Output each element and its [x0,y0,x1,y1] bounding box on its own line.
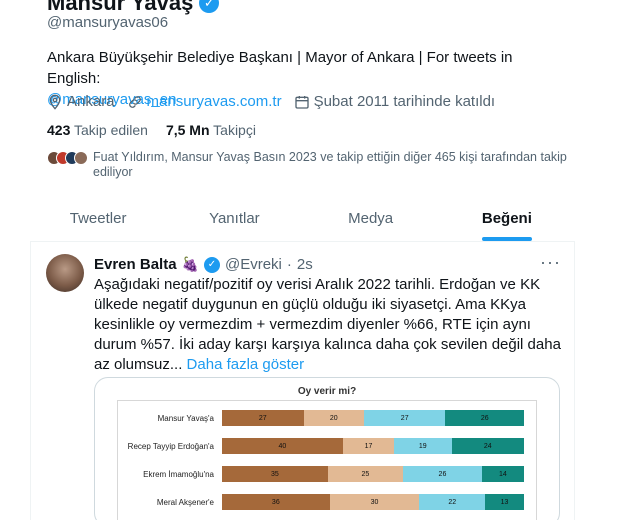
avatar [74,151,88,165]
verified-icon: ✓ [199,0,220,13]
show-more-link[interactable]: Daha fazla göster [187,356,305,373]
follower-avatars [47,151,88,165]
tab-begeni[interactable]: Beğeni [439,200,575,241]
chart-bar-segment: 14 [481,466,524,482]
followers-count: 7,5 Mn [165,122,210,138]
chart-category-label: Mansur Yavaş'a [157,414,214,423]
tab-tweetler[interactable]: Tweetler [30,200,166,241]
followed-by-row[interactable]: Fuat Yıldırım, Mansur Yavaş Basın 2023 v… [47,150,567,180]
location-icon [49,94,61,110]
chart-bar-segment: 27 [363,410,446,426]
bio-text: Ankara Büyükşehir Belediye Başkanı | May… [47,49,513,87]
tab-medya[interactable]: Medya [303,200,439,241]
calendar-icon [294,95,309,109]
profile-tabs: Tweetler Yanıtlar Medya Beğeni [30,200,575,242]
following-label: Takip edilen [74,122,148,138]
chart-bar-segment: 22 [419,494,486,510]
verified-icon: ✓ [203,256,220,273]
tweet-time[interactable]: 2s [297,256,313,273]
chart-category-label: Recep Tayyip Erdoğan'a [127,442,214,451]
location-text: Ankara [67,93,115,110]
follow-counts: 423 Takip edilen 7,5 Mn Takipçi [47,122,256,138]
chart-bar-segment: 13 [485,494,524,510]
grapes-emoji: 🍇 [181,256,199,272]
tweet-text: Aşağıdaki negatif/pozitif oy verisi Aral… [94,275,564,375]
chart-bar-segment: 35 [222,466,328,482]
chart-bar-segment: 27 [222,410,304,426]
location-item: Ankara [47,93,115,110]
chart-title: Oy verir mi? [297,386,357,397]
more-options-icon[interactable]: ··· [540,252,561,273]
website-item[interactable]: mansuryavas.com.tr [127,93,282,110]
joined-text: Şubat 2011 tarihinde katıldı [313,93,496,110]
tweet-author-name[interactable]: Evren Balta [94,256,177,273]
chart-category-label: Meral Akşener'e [156,498,214,507]
followed-by-text: Fuat Yıldırım, Mansur Yavaş Basın 2023 v… [93,150,567,179]
tweet-author-handle[interactable]: @Evreki [225,256,282,273]
chart-bar-segment: 40 [222,438,343,454]
followers-link[interactable]: 7,5 Mn Takipçi [166,122,256,138]
tweet-author-avatar[interactable] [46,254,84,292]
profile-handle: @mansuryavas06 [47,14,169,31]
profile-meta: Ankara mansuryavas.com.tr Şubat 2011 tar… [47,93,507,110]
chart-bar-segment: 20 [303,410,364,426]
link-icon [128,95,141,108]
chart-bar-segment: 30 [329,494,420,510]
chart-category-label: Ekrem İmamoğlu'na [143,470,214,479]
tab-yanitlar[interactable]: Yanıtlar [166,200,302,241]
following-link[interactable]: 423 Takip edilen [47,122,148,138]
chart-bar-segment: 24 [451,438,524,454]
chart-bar-segment: 17 [342,438,395,454]
website-link[interactable]: mansuryavas.com.tr [147,93,282,110]
tweet-media-chart[interactable]: Oy verir mi? Mansur Yavaş'a 27 20 27 26 Recep… [94,377,560,520]
chart-bar-segment: 26 [403,466,482,482]
chart-bar-segment: 26 [445,410,524,426]
chart-bar-segment: 25 [327,466,404,482]
separator-dot: · [286,256,292,273]
chart-plot-area: Mansur Yavaş'a 27 20 27 26 Recep Tayyip Erdoğ… [117,400,537,520]
chart-bar-segment: 19 [394,438,452,454]
followers-label: Takipçi [213,122,256,138]
joined-item: Şubat 2011 tarihinde katıldı [294,93,496,110]
tweet-header: Evren Balta 🍇 ✓ @Evreki · 2s [94,256,313,273]
following-count: 423 [47,122,71,138]
tweet-body: Aşağıdaki negatif/pozitif oy verisi Aral… [94,276,561,373]
chart-bar-segment: 36 [222,494,330,510]
